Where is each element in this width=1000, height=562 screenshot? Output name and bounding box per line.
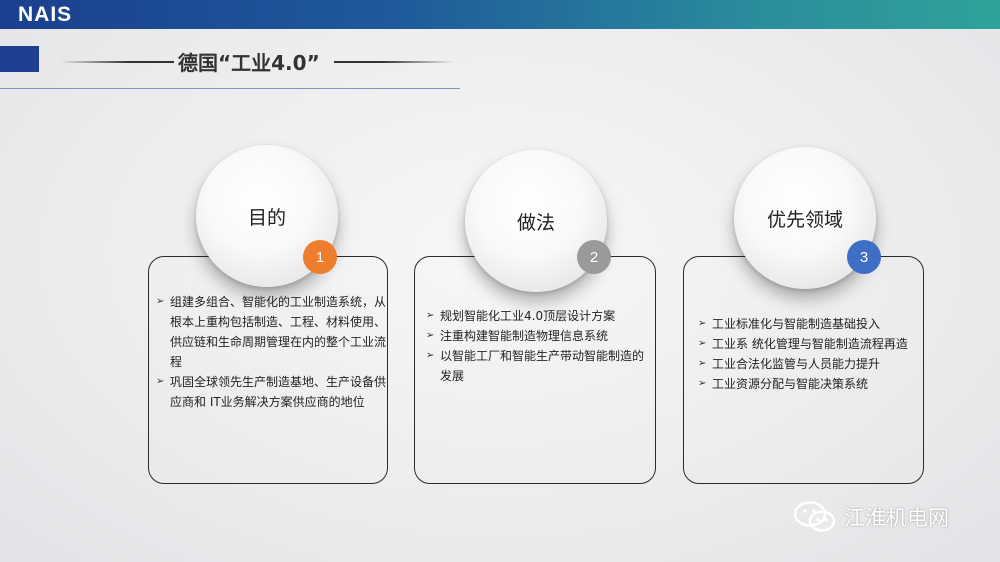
bullet-arrow-icon: ➢ — [156, 376, 165, 387]
circle-label-purpose: 目的 — [247, 206, 286, 229]
bullet-arrow-icon: ➢ — [426, 350, 435, 361]
watermark-text: 江淮机电网 — [844, 506, 949, 530]
bullet-list-priority: ➢ 工业标准化与智能制造基础投入 ➢ 工业系 统化管理与智能制造流程再造 ➢ 工业合法… — [698, 314, 922, 394]
number-badge-2: 2 — [577, 240, 611, 274]
number-badge-3: 3 — [847, 240, 881, 274]
title-accent-block — [0, 46, 39, 72]
number-badge-1: 1 — [303, 240, 337, 274]
list-item: ➢ 组建多组合、智能化的工业制造系统，从根本上重构包括制造、工程、材料使用、 供应… — [156, 292, 386, 372]
watermark: 江淮机电网 — [792, 500, 949, 534]
title-underline — [0, 88, 460, 89]
bullet-arrow-icon: ➢ — [698, 358, 707, 369]
circle-label-priority: 优先领域 — [766, 208, 843, 231]
page-title: 德国“工业4.0” — [178, 51, 320, 75]
bullet-arrow-icon: ➢ — [156, 296, 165, 307]
list-item: ➢ 工业合法化监管与人员能力提升 — [698, 354, 922, 374]
nais-logo: NAIS — [18, 3, 73, 26]
list-item: ➢ 工业系 统化管理与智能制造流程再造 — [698, 334, 922, 354]
bullet-arrow-icon: ➢ — [426, 330, 435, 341]
wechat-icon — [793, 501, 836, 532]
list-item: ➢ 工业标准化与智能制造基础投入 — [698, 314, 922, 334]
list-item: ➢ 规划智能化工业4.0顶层设计方案 — [426, 306, 654, 326]
bullet-arrow-icon: ➢ — [698, 318, 707, 329]
list-item: ➢ 工业资源分配与智能决策系统 — [698, 374, 922, 394]
list-item: ➢ 注重构建智能制造物理信息系统 — [426, 326, 654, 346]
bullet-list-purpose: ➢ 组建多组合、智能化的工业制造系统，从根本上重构包括制造、工程、材料使用、 供应… — [156, 292, 386, 412]
circle-label-approach: 做法 — [516, 211, 555, 234]
title-line-left — [60, 61, 174, 63]
bullet-list-approach: ➢ 规划智能化工业4.0顶层设计方案 ➢ 注重构建智能制造物理信息系统 ➢ 以智能工厂… — [426, 306, 654, 386]
bullet-arrow-icon: ➢ — [698, 338, 707, 349]
list-item: ➢ 巩固全球领先生产制造基地、生产设备供应商和 IT业务解决方案供应商的地位 — [156, 372, 386, 412]
bullet-arrow-icon: ➢ — [698, 378, 707, 389]
top-banner: NAIS — [0, 0, 1000, 29]
list-item: ➢ 以智能工厂和智能生产带动智能制造的发展 — [426, 346, 654, 386]
bullet-arrow-icon: ➢ — [426, 310, 435, 321]
title-line-right — [334, 61, 454, 63]
